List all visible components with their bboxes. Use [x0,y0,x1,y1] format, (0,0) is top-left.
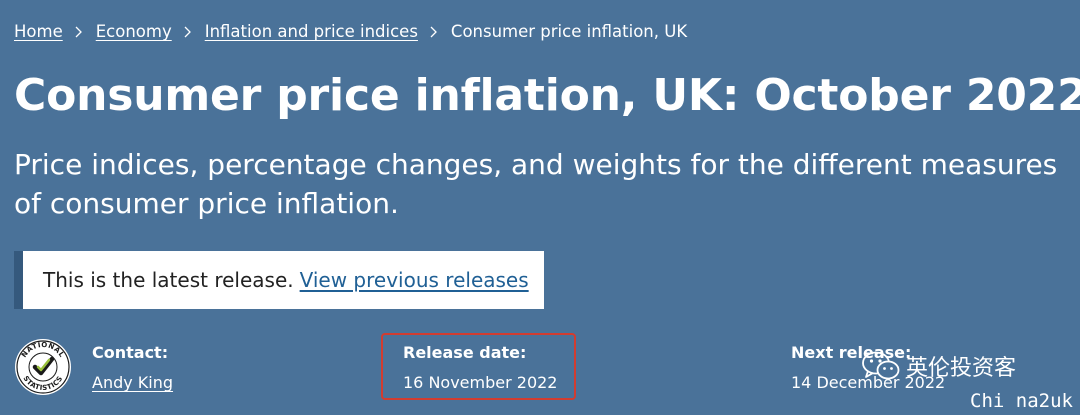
chevron-right-icon [75,26,82,38]
view-previous-releases-link[interactable]: View previous releases [300,268,529,292]
breadcrumb-current: Consumer price inflation, UK [450,22,688,41]
breadcrumb-inflation-link[interactable]: Inflation and price indices [205,21,418,43]
watermark: 英伦投资客 [862,350,1016,382]
watermark-subtext: Chi na2uk [970,390,1073,412]
latest-release-notice: This is the latest release. View previou… [14,251,544,309]
breadcrumb: Home Economy Inflation and price indices… [14,21,687,43]
page-subtitle: Price indices, percentage changes, and w… [14,148,1058,220]
chevron-right-icon [430,26,437,38]
contact-name-link[interactable]: Andy King [92,373,173,392]
contact-label: Contact: [92,343,169,362]
contact-block: Contact: Andy King [92,342,173,394]
watermark-text: 英伦投资客 [906,356,1017,381]
chevron-right-icon [184,26,191,38]
breadcrumb-home-link[interactable]: Home [14,21,63,43]
national-statistics-badge-icon: NATIONAL STATISTICS [15,339,71,395]
release-date-highlight-box [381,333,576,400]
page-title: Consumer price inflation, UK: October 20… [14,70,1080,121]
wechat-icon [862,351,900,380]
breadcrumb-economy-link[interactable]: Economy [96,21,172,43]
latest-release-text: This is the latest release. [43,268,294,292]
